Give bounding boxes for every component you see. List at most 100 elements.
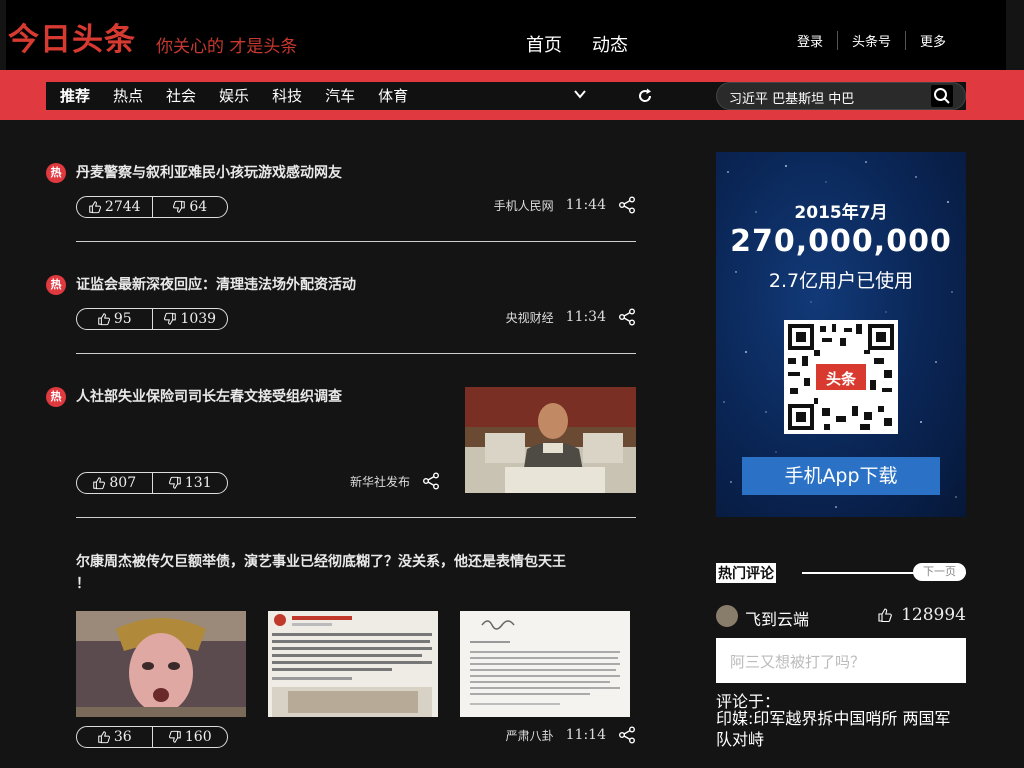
downvote-button[interactable]: 160	[151, 727, 228, 747]
thumbs-down-icon	[163, 312, 177, 326]
news-item[interactable]: 尔康周杰被传欠巨额举债，演艺事业已经彻底糊了？没关系，他还是表情包天王 ！ 36…	[46, 552, 636, 752]
news-meta: 央视财经 11:34	[506, 308, 636, 326]
vote-pill: 95 1039	[76, 308, 228, 330]
downvote-count: 64	[189, 199, 208, 215]
category-tabs: 推荐 热点 社会 娱乐 科技 汽车 体育	[60, 85, 408, 106]
refresh-icon[interactable]	[636, 87, 654, 105]
news-title-continued: ！	[76, 576, 90, 592]
hot-badge: 热	[46, 387, 66, 407]
news-meta: 新华社发布	[350, 472, 440, 490]
hot-comments-title: 热门评论	[716, 563, 776, 583]
app-download-ad[interactable]: 2015年7月 270,000,000 2.7亿用户已使用 头条 手机App下载	[716, 152, 966, 517]
login-link[interactable]: 登录	[783, 31, 837, 50]
toutiao-account-link[interactable]: 头条号	[836, 31, 905, 50]
thumbs-down-icon	[172, 200, 186, 214]
chevron-down-icon[interactable]	[574, 88, 586, 100]
news-source[interactable]: 手机人民网	[494, 197, 554, 214]
news-title[interactable]: 尔康周杰被传欠巨额举债，演艺事业已经彻底糊了？没关系，他还是表情包天王	[76, 552, 566, 573]
news-title[interactable]: 证监会最新深夜回应：清理违法场外配资活动	[76, 275, 356, 296]
news-thumbnail[interactable]	[465, 387, 636, 493]
upvote-count: 95	[113, 311, 132, 327]
share-icon[interactable]	[618, 726, 636, 744]
downvote-count: 160	[184, 729, 212, 745]
nav-home[interactable]: 首页	[526, 31, 562, 57]
thumbs-up-icon	[97, 312, 111, 326]
divider	[76, 241, 636, 242]
qr-logo: 头条	[825, 370, 856, 388]
thumbs-up-icon	[97, 730, 111, 744]
news-item[interactable]: 热 证监会最新深夜回应：清理违法场外配资活动 95 1039 央视财经 11:3…	[46, 275, 636, 335]
tab-sports[interactable]: 体育	[378, 85, 408, 106]
tab-society[interactable]: 社会	[166, 85, 196, 106]
search-button[interactable]	[931, 85, 953, 107]
share-icon[interactable]	[618, 196, 636, 214]
news-source[interactable]: 新华社发布	[350, 473, 410, 490]
downvote-button[interactable]: 1039	[151, 309, 228, 329]
upvote-button[interactable]: 807	[77, 473, 152, 493]
tab-auto[interactable]: 汽车	[325, 85, 355, 106]
nav-dynamic[interactable]: 动态	[592, 31, 628, 57]
news-time: 11:34	[565, 309, 606, 325]
toutiao-logo[interactable]: 今日头条	[8, 14, 136, 59]
search-box	[716, 82, 966, 110]
downvote-count: 131	[184, 475, 212, 491]
news-item[interactable]: 热 人社部失业保险司司长左春文接受组织调查 807 131 新华社发布	[46, 387, 636, 497]
more-link[interactable]: 更多	[904, 31, 960, 50]
tab-tech[interactable]: 科技	[272, 85, 302, 106]
thumbs-up-icon	[88, 200, 102, 214]
news-thumbnail[interactable]	[460, 611, 630, 717]
upvote-button[interactable]: 95	[77, 309, 152, 329]
hot-badge: 热	[46, 163, 66, 183]
comment-username[interactable]: 飞到云端	[745, 606, 809, 630]
news-item[interactable]: 热 丹麦警察与叙利亚难民小孩玩游戏感动网友 2744 64 手机人民网 11:4…	[46, 163, 636, 223]
thumbs-down-icon	[168, 730, 182, 744]
divider	[76, 517, 636, 518]
upvote-button[interactable]: 2744	[77, 197, 152, 217]
comment-likes[interactable]: 128994	[877, 605, 966, 625]
search-input[interactable]	[727, 86, 921, 108]
like-count: 128994	[901, 605, 966, 625]
downvote-button[interactable]: 131	[151, 473, 228, 493]
next-page-button[interactable]: 下一页	[913, 563, 966, 581]
vote-pill: 36 160	[76, 726, 228, 748]
news-title[interactable]: 丹麦警察与叙利亚难民小孩玩游戏感动网友	[76, 163, 342, 184]
ad-date: 2015年7月	[794, 203, 888, 223]
comment-author: 飞到云端 128994	[716, 604, 966, 630]
app-download-button[interactable]: 手机App下载	[742, 457, 940, 495]
vote-pill: 2744 64	[76, 196, 228, 218]
category-bar: 推荐 热点 社会 娱乐 科技 汽车 体育	[46, 82, 966, 110]
search-icon	[934, 88, 950, 104]
news-title[interactable]: 人社部失业保险司司长左春文接受组织调查	[76, 387, 342, 408]
tab-entertainment[interactable]: 娱乐	[219, 85, 249, 106]
upvote-count: 2744	[104, 199, 141, 215]
downvote-button[interactable]: 64	[151, 197, 228, 217]
hot-comments-header: 热门评论 下一页	[716, 563, 966, 583]
ad-user-caption: 2.7亿用户已使用	[768, 270, 914, 292]
news-time: 11:14	[565, 727, 606, 743]
thumbs-up-icon	[877, 607, 893, 623]
downvote-count: 1039	[180, 311, 217, 327]
news-meta: 严肃八卦 11:14	[506, 726, 636, 744]
tab-hot[interactable]: 热点	[113, 85, 143, 106]
share-icon[interactable]	[422, 472, 440, 490]
vote-pill: 807 131	[76, 472, 228, 494]
share-icon[interactable]	[618, 308, 636, 326]
news-source[interactable]: 严肃八卦	[506, 727, 554, 744]
thumbs-up-icon	[92, 476, 106, 490]
news-source[interactable]: 央视财经	[506, 309, 554, 326]
upvote-count: 36	[113, 729, 132, 745]
tab-recommend[interactable]: 推荐	[60, 85, 90, 106]
hot-badge: 热	[46, 275, 66, 295]
news-thumbnail[interactable]	[76, 611, 246, 717]
meeting-photo	[465, 387, 636, 493]
top-links: 登录 头条号 更多	[783, 31, 960, 50]
divider	[76, 353, 636, 354]
news-thumbnail[interactable]	[268, 611, 438, 717]
slogan: 你关心的 才是头条	[156, 37, 298, 57]
avatar[interactable]	[716, 605, 738, 627]
news-meta: 手机人民网 11:44	[494, 196, 636, 214]
upvote-count: 807	[109, 475, 137, 491]
upvote-button[interactable]: 36	[77, 727, 152, 747]
commented-article-link[interactable]: 印媒:印军越界拆中国哨所 两国军队对峙	[716, 708, 966, 750]
comment-text: 阿三又想被打了吗？	[730, 653, 866, 671]
